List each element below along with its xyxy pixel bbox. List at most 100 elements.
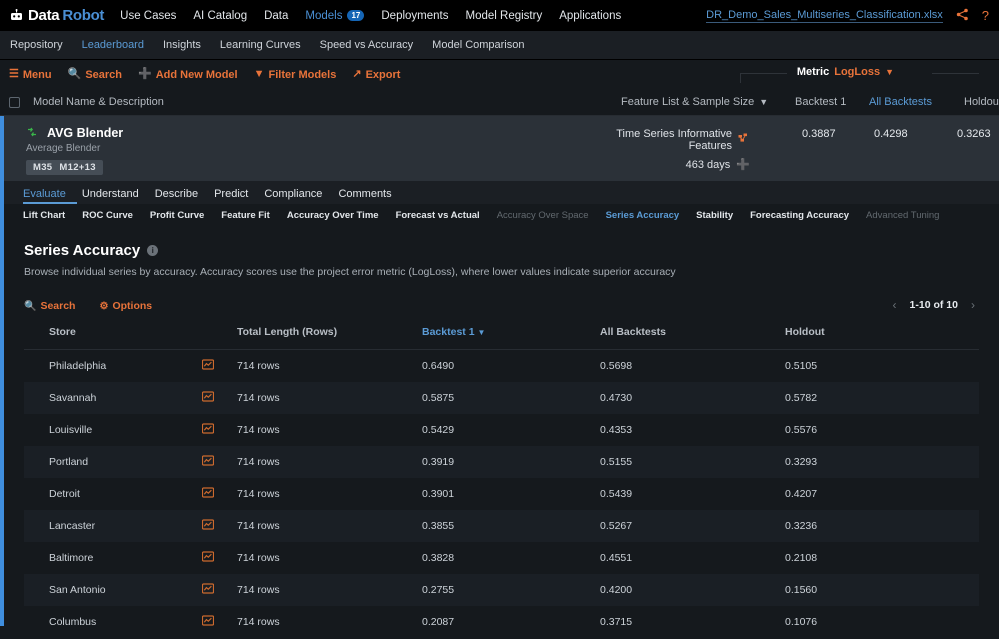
search-models-button[interactable]: 🔍 Search [68, 69, 122, 81]
series-chart-icon[interactable] [201, 414, 237, 446]
subnav-leaderboard[interactable]: Leaderboard [82, 39, 144, 51]
feature-filter-icon[interactable]: ▼ [759, 97, 768, 107]
tab-compliance[interactable]: Compliance [264, 188, 333, 204]
nav-use-cases[interactable]: Use Cases [120, 10, 176, 22]
subtab-roc-curve[interactable]: ROC Curve [82, 210, 133, 221]
nav-model-registry[interactable]: Model Registry [466, 10, 543, 22]
table-row[interactable]: Philadelphia 714 rows 0.6490 0.5698 0.5105 [24, 349, 979, 382]
subtab-accuracy-over-space: Accuracy Over Space [496, 209, 589, 221]
top-navigation-bar: Data Robot Use Cases AI Catalog Data Mode… [0, 0, 999, 31]
add-sample-size-icon[interactable]: ➕ [736, 158, 750, 171]
subtab-stability[interactable]: Stability [696, 210, 733, 221]
series-search-button[interactable]: 🔍 Search [24, 300, 75, 312]
subnav-speed-vs-accuracy[interactable]: Speed vs Accuracy [320, 39, 414, 51]
model-score-all-backtests: 0.4298 [874, 128, 908, 140]
leaderboard-model-card[interactable]: AVG Blender Average Blender M35 M12+13 T… [0, 116, 999, 181]
header-backtest-1[interactable]: Backtest 1 ▼ [422, 326, 600, 350]
column-all-backtests[interactable]: All Backtests [869, 96, 932, 108]
feature-list-icon[interactable] [738, 133, 750, 147]
subtab-forecast-vs-actual[interactable]: Forecast vs Actual [396, 210, 480, 221]
nav-deployments[interactable]: Deployments [381, 10, 448, 22]
series-chart-icon[interactable] [201, 446, 237, 478]
filter-models-button[interactable]: ▼ Filter Models [254, 69, 337, 81]
cell-all-backtests: 0.3715 [600, 606, 785, 638]
model-tag-1: M12+13 [59, 162, 96, 173]
cell-total-length: 714 rows [237, 349, 422, 382]
metric-selector[interactable]: Metric LogLoss ▼ [797, 66, 894, 78]
table-row[interactable]: Detroit 714 rows 0.3901 0.5439 0.4207 [24, 478, 979, 510]
add-new-model-button[interactable]: ➕ Add New Model [138, 69, 238, 81]
series-search-label: Search [40, 300, 76, 312]
series-options-button[interactable]: ⚙ Options [99, 300, 152, 312]
info-icon[interactable]: i [147, 245, 159, 256]
brand-text-robot: Robot [62, 7, 105, 24]
table-row[interactable]: Louisville 714 rows 0.5429 0.4353 0.5576 [24, 414, 979, 446]
table-row[interactable]: Lancaster 714 rows 0.3855 0.5267 0.3236 [24, 510, 979, 542]
nav-models[interactable]: Models 17 [305, 10, 365, 22]
series-chart-icon[interactable] [201, 349, 237, 382]
model-score-holdout: 0.3263 [957, 128, 991, 140]
subtab-series-accuracy[interactable]: Series Accuracy [606, 210, 680, 221]
series-chart-icon[interactable] [201, 510, 237, 542]
subnav-repository[interactable]: Repository [10, 39, 63, 51]
subtab-profit-curve[interactable]: Profit Curve [150, 210, 204, 221]
cell-total-length: 714 rows [237, 414, 422, 446]
pagination-prev-icon[interactable]: ‹ [893, 298, 897, 312]
nav-ai-catalog[interactable]: AI Catalog [193, 10, 247, 22]
column-feature-list[interactable]: Feature List & Sample Size ▼ [621, 96, 768, 108]
nav-applications-label: Applications [559, 9, 622, 22]
select-all-checkbox[interactable] [9, 96, 20, 108]
nav-applications[interactable]: Applications [559, 10, 621, 22]
cell-backtest-1: 0.3919 [422, 446, 600, 478]
subnav-model-comparison[interactable]: Model Comparison [432, 39, 524, 51]
header-all-backtests[interactable]: All Backtests [600, 326, 785, 350]
tab-understand[interactable]: Understand [82, 188, 150, 204]
tab-describe[interactable]: Describe [155, 188, 209, 204]
tab-comments[interactable]: Comments [338, 188, 402, 204]
help-icon[interactable]: ? [982, 9, 989, 22]
series-accuracy-table: Store Total Length (Rows) Backtest 1 ▼ Al… [24, 326, 979, 638]
metric-rail-left [740, 73, 787, 83]
header-total-length[interactable]: Total Length (Rows) [237, 326, 422, 350]
model-tags: M35 M12+13 [26, 160, 103, 175]
subnav-insights[interactable]: Insights [163, 39, 201, 51]
series-chart-icon[interactable] [201, 382, 237, 414]
subtab-lift-chart[interactable]: Lift Chart [23, 210, 65, 221]
column-feature-list-label: Feature List & Sample Size [621, 96, 755, 108]
table-row[interactable]: Columbus 714 rows 0.2087 0.3715 0.1076 [24, 606, 979, 638]
cell-total-length: 714 rows [237, 542, 422, 574]
table-row[interactable]: San Antonio 714 rows 0.2755 0.4200 0.1560 [24, 574, 979, 606]
export-button[interactable]: ↗ Export [352, 69, 400, 81]
cell-store: Baltimore [24, 542, 202, 574]
series-chart-icon[interactable] [201, 542, 237, 574]
cell-holdout: 0.4207 [785, 478, 979, 510]
nav-data[interactable]: Data [264, 10, 288, 22]
cell-holdout: 0.1076 [785, 606, 979, 638]
series-chart-icon[interactable] [201, 478, 237, 510]
subtab-feature-fit[interactable]: Feature Fit [221, 210, 270, 221]
header-holdout[interactable]: Holdout [785, 326, 979, 350]
header-store[interactable]: Store [24, 326, 202, 350]
tab-predict[interactable]: Predict [214, 188, 259, 204]
share-icon[interactable] [956, 8, 969, 23]
cell-backtest-1: 0.6490 [422, 349, 600, 382]
cell-total-length: 714 rows [237, 574, 422, 606]
nav-ai-catalog-label: AI Catalog [193, 9, 248, 22]
table-row[interactable]: Portland 714 rows 0.3919 0.5155 0.3293 [24, 446, 979, 478]
model-card-title-row: AVG Blender [26, 126, 999, 140]
subtab-advanced-tuning: Advanced Tuning [866, 209, 940, 221]
menu-button[interactable]: ☰ Menu [9, 69, 52, 81]
datarobot-logo[interactable]: Data Robot [10, 7, 104, 24]
dataset-name-link[interactable]: DR_Demo_Sales_Multiseries_Classification… [706, 9, 943, 23]
series-chart-icon[interactable] [201, 574, 237, 606]
subtab-accuracy-over-time[interactable]: Accuracy Over Time [287, 210, 379, 221]
column-backtest-1[interactable]: Backtest 1 [795, 96, 846, 108]
column-holdout[interactable]: Holdout [964, 96, 999, 108]
table-row[interactable]: Savannah 714 rows 0.5875 0.4730 0.5782 [24, 382, 979, 414]
pagination-next-icon[interactable]: › [971, 298, 975, 312]
series-chart-icon[interactable] [201, 606, 237, 638]
subtab-forecasting-accuracy[interactable]: Forecasting Accuracy [750, 210, 849, 221]
subnav-learning-curves[interactable]: Learning Curves [220, 39, 301, 51]
table-row[interactable]: Baltimore 714 rows 0.3828 0.4551 0.2108 [24, 542, 979, 574]
tab-evaluate[interactable]: Evaluate [23, 188, 77, 204]
